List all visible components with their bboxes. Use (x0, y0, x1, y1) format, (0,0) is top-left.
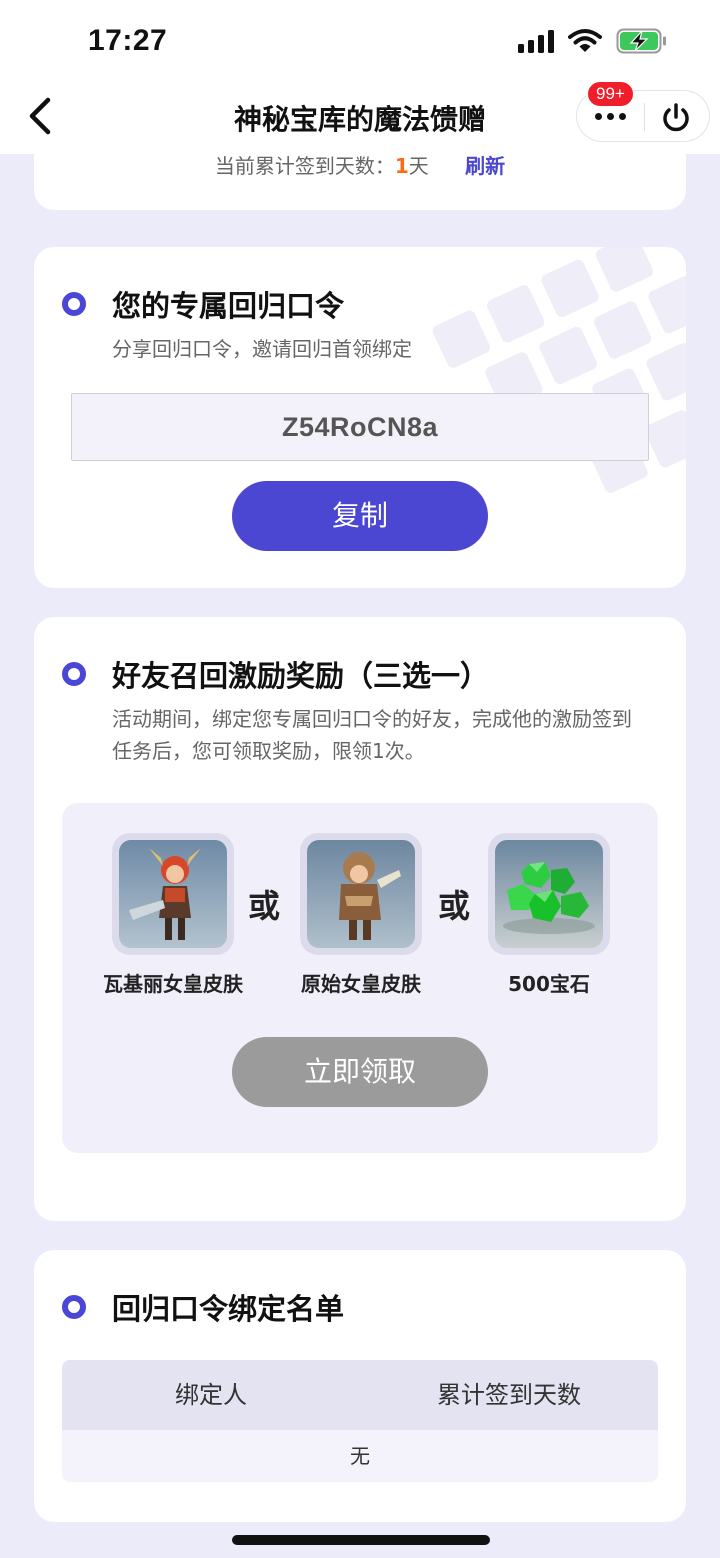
reward-option[interactable]: 500宝石 (488, 833, 610, 995)
valkyrie-queen-skin-image (112, 833, 234, 955)
reward-options-panel: 瓦基丽女皇皮肤 或 原始女皇皮肤 或 500宝石 立即领取 (62, 803, 658, 1153)
status-bar: 17:27 (0, 0, 720, 80)
return-code-field[interactable]: Z54RoCN8a (71, 393, 649, 461)
signin-days-line: 当前累计签到天数：1天 刷新 (34, 150, 686, 179)
return-code-header: 您的专属回归口令 (62, 283, 344, 325)
battery-charging-icon (616, 28, 666, 54)
reward-header: 好友召回激励奖励（三选一） (62, 653, 489, 695)
refresh-link[interactable]: 刷新 (465, 154, 505, 178)
reward-option[interactable]: 瓦基丽女皇皮肤 (103, 833, 243, 995)
reward-option-label: 原始女皇皮肤 (301, 972, 421, 996)
copy-button[interactable]: 复制 (232, 481, 488, 551)
power-icon[interactable] (659, 101, 693, 135)
section-bullet-icon (62, 1295, 86, 1319)
binding-list-card: 回归口令绑定名单 绑定人 累计签到天数 无 (34, 1250, 686, 1522)
column-header-signin-days: 累计签到天数 (437, 1381, 581, 1409)
reward-option-label: 瓦基丽女皇皮肤 (103, 972, 243, 996)
claim-button[interactable]: 立即领取 (232, 1037, 488, 1107)
notification-badge: 99+ (586, 80, 635, 108)
column-header-binder: 绑定人 (175, 1381, 247, 1409)
reward-desc: 活动期间，绑定您专属回归口令的好友，完成他的激励签到任务后，您可领取奖励，限领1… (112, 707, 632, 763)
binding-table: 绑定人 累计签到天数 无 (62, 1360, 658, 1482)
binding-list-title: 回归口令绑定名单 (112, 1292, 345, 1326)
capsule-divider (644, 103, 645, 131)
return-code-desc: 分享回归口令，邀请回归首领绑定 (112, 337, 412, 361)
signin-days-suffix: 天 (408, 154, 429, 178)
cellular-signal-icon (518, 29, 554, 53)
or-separator: 或 (438, 887, 471, 925)
binding-table-header: 绑定人 累计签到天数 (62, 1360, 658, 1430)
gems-image (488, 833, 610, 955)
reward-option-label: 500宝石 (508, 972, 590, 996)
signin-days-count: 1 (394, 154, 409, 178)
reward-title: 好友召回激励奖励（三选一） (112, 659, 490, 693)
section-bullet-icon (62, 662, 86, 686)
return-code-card: 您的专属回归口令 分享回归口令，邀请回归首领绑定 Z54RoCN8a 复制 (34, 247, 686, 588)
more-icon[interactable] (595, 113, 626, 120)
or-separator: 或 (248, 887, 281, 925)
return-code-title: 您的专属回归口令 (112, 289, 345, 323)
status-icons (518, 28, 668, 54)
home-indicator[interactable] (232, 1535, 490, 1545)
wifi-icon (568, 29, 602, 52)
status-time: 17:27 (88, 24, 168, 57)
section-bullet-icon (62, 292, 86, 316)
primal-queen-skin-image (300, 833, 422, 955)
reward-option[interactable]: 原始女皇皮肤 (300, 833, 422, 995)
binding-table-empty-row: 无 (350, 1444, 370, 1468)
binding-list-header: 回归口令绑定名单 (62, 1286, 344, 1328)
background-pattern (432, 247, 686, 493)
reward-card: 好友召回激励奖励（三选一） 活动期间，绑定您专属回归口令的好友，完成他的激励签到… (34, 617, 686, 1221)
signin-days-prefix: 当前累计签到天数： (214, 154, 395, 178)
